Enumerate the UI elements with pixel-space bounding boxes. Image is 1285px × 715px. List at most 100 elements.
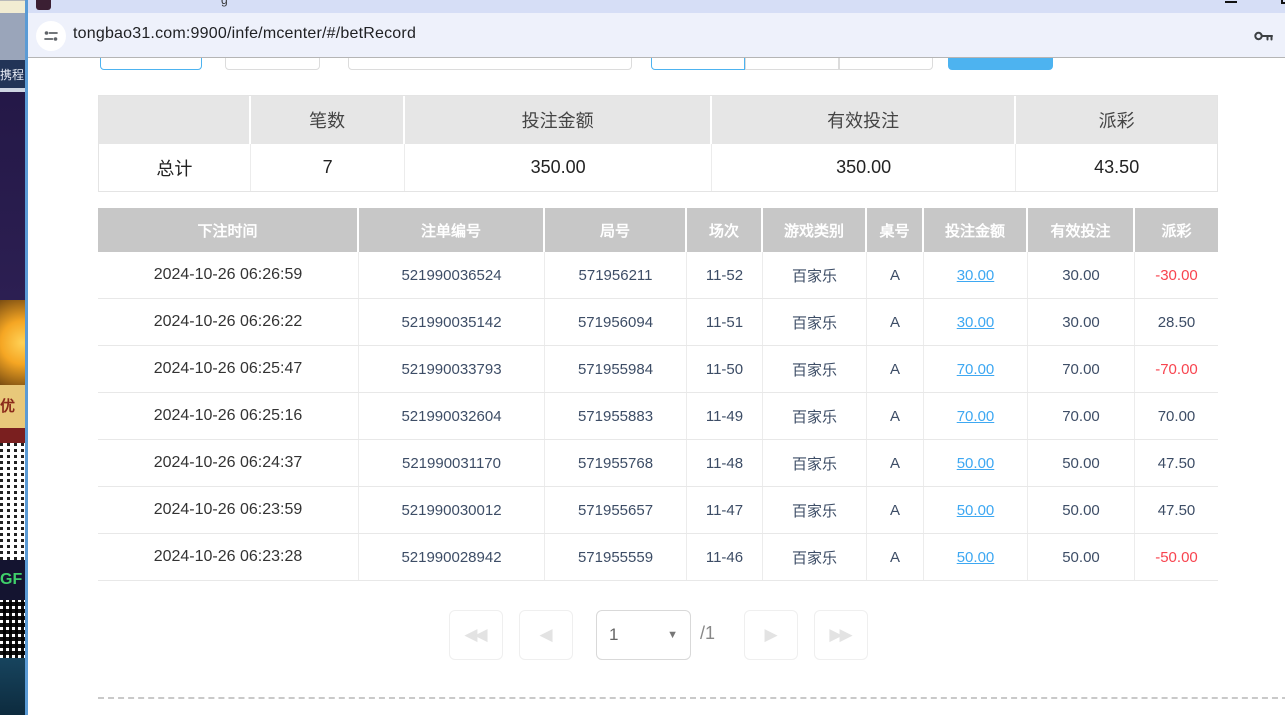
col-bet-amount: 投注金额	[924, 208, 1028, 252]
payout: 47.50	[1135, 487, 1218, 533]
round-no: 571955657	[545, 487, 687, 533]
first-page-button[interactable]: ◀◀	[449, 610, 503, 660]
bet-id: 521990035142	[359, 299, 545, 345]
col-table-no: 桌号	[867, 208, 924, 252]
summary-table: 笔数 投注金额 有效投注 派彩 总计 7 350.00 350.00 43.50	[98, 95, 1218, 192]
bet-amount-link[interactable]: 30.00	[957, 267, 995, 284]
game-type: 百家乐	[763, 299, 867, 345]
tab-favicon	[36, 0, 51, 10]
valid-bet: 70.00	[1028, 346, 1135, 392]
bet-amount-link[interactable]: 50.00	[957, 455, 995, 472]
tab-title[interactable]: g	[221, 0, 228, 7]
bet-time: 2024-10-26 06:26:22	[98, 299, 359, 345]
url-text[interactable]: tongbao31.com:9900/infe/mcenter/#/betRec…	[73, 25, 416, 43]
backdrop-top	[0, 0, 25, 13]
page-total-label: /1	[700, 623, 715, 644]
table-no: A	[867, 252, 924, 298]
table-no: A	[867, 534, 924, 580]
bet-amount-link[interactable]: 50.00	[957, 502, 995, 519]
session: 11-46	[687, 534, 763, 580]
bet-id: 521990031170	[359, 440, 545, 486]
game-type: 百家乐	[763, 252, 867, 298]
pagination: ◀◀ ◀ 1 ▼ /1 ▶ ▶▶	[28, 610, 1285, 666]
bet-record-page: 笔数 投注金额 有效投注 派彩 总计 7 350.00 350.00 43.50…	[28, 58, 1285, 715]
page-select[interactable]: 1 ▼	[596, 610, 691, 660]
minimize-icon[interactable]	[1225, 1, 1237, 3]
summary-total-row: 总计 7 350.00 350.00 43.50	[99, 144, 1217, 191]
table-no: A	[867, 440, 924, 486]
game-type: 百家乐	[763, 393, 867, 439]
backdrop-teal-band	[0, 658, 25, 715]
bet-id: 521990033793	[359, 346, 545, 392]
summary-valid-bet-value: 350.00	[712, 144, 1016, 191]
payout: 47.50	[1135, 440, 1218, 486]
session: 11-49	[687, 393, 763, 439]
bet-amount-link[interactable]: 30.00	[957, 314, 995, 331]
game-type: 百家乐	[763, 440, 867, 486]
chevron-down-icon: ▼	[667, 629, 678, 641]
table-no: A	[867, 487, 924, 533]
payout: 28.50	[1135, 299, 1218, 345]
table-row: 2024-10-26 06:25:47 521990033793 5719559…	[98, 346, 1218, 393]
game-type: 百家乐	[763, 346, 867, 392]
next-page-button[interactable]: ▶	[744, 610, 798, 660]
table-no: A	[867, 299, 924, 345]
bet-time: 2024-10-26 06:25:47	[98, 346, 359, 392]
browser-window: g tongbao31.com:9900/infe/mcenter/#/betR…	[25, 0, 1285, 715]
table-header-row: 下注时间 注单编号 局号 场次 游戏类别 桌号 投注金额 有效投注 派彩	[98, 208, 1218, 252]
payout: -50.00	[1135, 534, 1218, 580]
valid-bet: 30.00	[1028, 252, 1135, 298]
bet-time: 2024-10-26 06:24:37	[98, 440, 359, 486]
col-game-type: 游戏类别	[763, 208, 867, 252]
summary-payout-value: 43.50	[1016, 144, 1217, 191]
summary-bet-amount-value: 350.00	[405, 144, 711, 191]
page-select-value: 1	[609, 625, 618, 645]
backdrop-red-bar	[0, 428, 25, 443]
prev-page-button[interactable]: ◀	[519, 610, 573, 660]
summary-header-count: 笔数	[251, 96, 406, 144]
table-row: 2024-10-26 06:24:37 521990031170 5719557…	[98, 440, 1218, 487]
table-no: A	[867, 393, 924, 439]
bet-id: 521990028942	[359, 534, 545, 580]
bet-id: 521990032604	[359, 393, 545, 439]
table-row: 2024-10-26 06:26:59 521990036524 5719562…	[98, 252, 1218, 299]
col-bet-time: 下注时间	[98, 208, 359, 252]
bet-time: 2024-10-26 06:25:16	[98, 393, 359, 439]
backdrop-promo-text: 优	[0, 385, 25, 428]
backdrop-gray-band	[0, 13, 25, 60]
session: 11-48	[687, 440, 763, 486]
last-page-button[interactable]: ▶▶	[814, 610, 868, 660]
summary-total-label: 总计	[99, 144, 251, 191]
table-row: 2024-10-26 06:23:59 521990030012 5719556…	[98, 487, 1218, 534]
valid-bet: 50.00	[1028, 440, 1135, 486]
round-no: 571955768	[545, 440, 687, 486]
bet-amount-link[interactable]: 50.00	[957, 549, 995, 566]
payout: -30.00	[1135, 252, 1218, 298]
backdrop-gf-text: GF	[0, 560, 25, 600]
summary-header-blank	[99, 96, 251, 144]
backdrop-purple-band	[0, 92, 25, 300]
backdrop-qr-code-2	[0, 600, 25, 658]
session: 11-52	[687, 252, 763, 298]
session: 11-47	[687, 487, 763, 533]
password-key-icon[interactable]	[1251, 24, 1275, 53]
valid-bet: 50.00	[1028, 487, 1135, 533]
bet-amount-link[interactable]: 70.00	[957, 361, 995, 378]
col-valid-bet: 有效投注	[1028, 208, 1135, 252]
bet-time: 2024-10-26 06:26:59	[98, 252, 359, 298]
bet-id: 521990036524	[359, 252, 545, 298]
col-bet-id: 注单编号	[359, 208, 545, 252]
col-round: 局号	[545, 208, 687, 252]
maximize-icon[interactable]	[1281, 0, 1285, 4]
address-bar[interactable]: tongbao31.com:9900/infe/mcenter/#/betRec…	[28, 13, 1285, 58]
bet-amount-link[interactable]: 70.00	[957, 408, 995, 425]
table-row: 2024-10-26 06:25:16 521990032604 5719558…	[98, 393, 1218, 440]
backdrop-ctrip-text: 携程	[0, 60, 25, 90]
site-settings-icon[interactable]	[36, 21, 66, 51]
round-no: 571955984	[545, 346, 687, 392]
bottom-dashed-divider	[98, 697, 1285, 699]
summary-header-bet-amount: 投注金额	[405, 96, 711, 144]
round-no: 571955883	[545, 393, 687, 439]
bet-time: 2024-10-26 06:23:59	[98, 487, 359, 533]
payout: -70.00	[1135, 346, 1218, 392]
